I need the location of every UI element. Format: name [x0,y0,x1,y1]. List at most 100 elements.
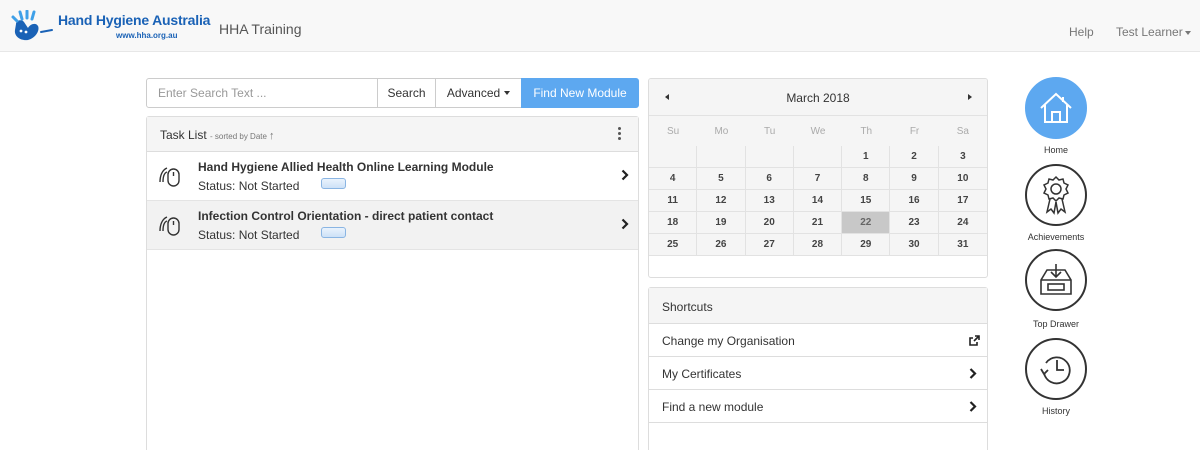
shortcut-label: Change my Organisation [662,334,795,348]
task-list-title-text: Task List [160,128,207,142]
calendar-day[interactable]: 1 [842,146,891,168]
calendar-day[interactable]: 2 [890,146,939,168]
calendar-day[interactable]: 13 [745,190,794,212]
calendar-weekdays: Su Mo Tu We Th Fr Sa [649,116,987,146]
calendar-header: March 2018 [649,79,987,116]
shortcuts-panel: Shortcuts Change my Organisation My Cert… [648,287,988,450]
shortcut-find-new-module[interactable]: Find a new module [649,390,987,423]
task-name: Hand Hygiene Allied Health Online Learni… [198,160,494,174]
calendar-empty-cell [793,146,843,168]
calendar-day[interactable]: 25 [649,234,698,256]
logo-title: Hand Hygiene Australia [58,12,211,28]
calendar-day[interactable]: 18 [649,212,698,234]
award-ribbon-icon [1042,175,1070,215]
calendar-weekday: Sa [938,116,987,146]
find-new-module-button[interactable]: Find New Module [521,78,639,108]
task-list-header: Task List - sorted by Date ↑ [147,117,638,152]
calendar-day[interactable]: 24 [938,212,987,234]
progress-pill [321,178,346,189]
calendar-day[interactable]: 10 [938,168,987,190]
calendar-weekday: Th [842,116,891,146]
calendar-weekday: Fr [890,116,939,146]
task-list-title: Task List - sorted by Date ↑ [160,128,274,142]
calendar-day[interactable]: 8 [842,168,891,190]
calendar-next-icon[interactable] [968,94,972,100]
calendar-empty-cell [697,146,746,168]
task-status: Status: Not Started [198,179,300,193]
home-icon [1040,92,1072,123]
calendar-day[interactable]: 17 [938,190,987,212]
calendar-weekday: Tu [745,116,794,146]
nav-home-button[interactable] [1025,77,1087,139]
calendar-empty-cell [745,146,794,168]
task-status: Status: Not Started [198,228,300,242]
nav-history-label[interactable]: History [1006,406,1106,416]
calendar-day[interactable]: 6 [745,168,794,190]
shortcuts-title: Shortcuts [649,288,987,324]
calendar-widget: March 2018 Su Mo Tu We Th Fr Sa 1 2 3 4 5 6 7 8 9 10 11 1… [648,78,988,278]
hand-logo-icon [11,10,53,41]
chevron-right-icon [969,368,977,379]
calendar-empty-cell [649,146,698,168]
nav-achievements-button[interactable] [1025,164,1087,226]
nav-achievements-label[interactable]: Achievements [1006,232,1106,242]
search-button[interactable]: Search [377,78,436,108]
nav-history-button[interactable] [1025,338,1087,400]
progress-pill [321,227,346,238]
caret-down-icon [504,91,511,95]
calendar-day[interactable]: 27 [745,234,794,256]
calendar-day[interactable]: 21 [793,212,843,234]
sort-arrow-icon[interactable]: ↑ [269,130,275,142]
search-input[interactable] [146,78,378,108]
calendar-day[interactable]: 4 [649,168,698,190]
task-list-sort-text: - sorted by Date [210,132,267,141]
calendar-day[interactable]: 22 [842,212,891,234]
top-navbar: Hand Hygiene Australia www.hha.org.au HH… [0,0,1200,52]
help-link[interactable]: Help [1069,25,1094,39]
calendar-days: 1 2 3 4 5 6 7 8 9 10 11 12 13 14 15 16 17 18 19 20 21 22 23 24 2… [649,146,987,256]
external-link-icon [969,335,980,346]
chevron-right-icon[interactable] [621,169,629,181]
mouse-click-icon [159,216,180,236]
calendar-day[interactable]: 12 [697,190,746,212]
shortcut-label: Find a new module [662,400,764,414]
calendar-day[interactable]: 28 [793,234,843,256]
app-name[interactable]: HHA Training [219,21,301,37]
task-row[interactable]: Hand Hygiene Allied Health Online Learni… [147,152,638,201]
calendar-day[interactable]: 11 [649,190,698,212]
calendar-day[interactable]: 29 [842,234,891,256]
calendar-day[interactable]: 16 [890,190,939,212]
caret-down-icon [1184,30,1191,35]
advanced-label: Advanced [446,86,501,100]
kebab-menu-icon[interactable] [618,127,622,143]
history-clock-icon [1040,356,1071,385]
calendar-day[interactable]: 15 [842,190,891,212]
nav-top-drawer-button[interactable] [1025,249,1087,311]
advanced-dropdown-button[interactable]: Advanced [435,78,522,108]
calendar-weekday: Mo [697,116,746,146]
calendar-day[interactable]: 20 [745,212,794,234]
calendar-day[interactable]: 23 [890,212,939,234]
calendar-day[interactable]: 5 [697,168,746,190]
hha-logo[interactable]: Hand Hygiene Australia www.hha.org.au [8,10,210,46]
chevron-right-icon [969,401,977,412]
nav-home-label[interactable]: Home [1006,145,1106,155]
calendar-day[interactable]: 3 [938,146,987,168]
user-menu[interactable]: Test Learner [1116,25,1191,39]
calendar-day[interactable]: 19 [697,212,746,234]
inbox-drawer-icon [1040,264,1072,295]
user-name: Test Learner [1116,25,1183,39]
shortcut-my-certificates[interactable]: My Certificates [649,357,987,390]
calendar-day[interactable]: 9 [890,168,939,190]
nav-top-drawer-label[interactable]: Top Drawer [1006,319,1106,329]
calendar-day[interactable]: 31 [938,234,987,256]
calendar-day[interactable]: 26 [697,234,746,256]
calendar-day[interactable]: 14 [793,190,843,212]
calendar-day[interactable]: 30 [890,234,939,256]
calendar-day[interactable]: 7 [793,168,843,190]
task-name: Infection Control Orientation - direct p… [198,209,494,223]
chevron-right-icon[interactable] [621,218,629,230]
task-row[interactable]: Infection Control Orientation - direct p… [147,201,638,250]
shortcut-change-organisation[interactable]: Change my Organisation [649,324,987,357]
calendar-month[interactable]: March 2018 [649,91,987,105]
